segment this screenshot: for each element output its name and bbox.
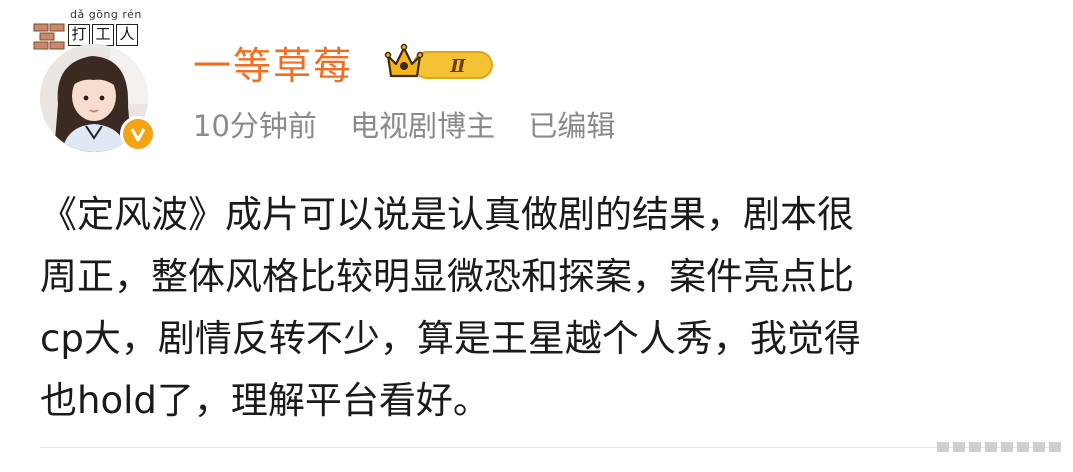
level-number: Ⅱ	[449, 56, 466, 77]
user-level-badge[interactable]: Ⅱ	[384, 40, 496, 84]
divider	[40, 447, 1058, 448]
content-line: 周正，整体风格比较明显微恐和探案，案件亮点比	[40, 255, 854, 298]
verified-v-icon	[120, 116, 156, 152]
post-content: 《定风波》成片可以说是认真做剧的结果，剧本很 周正，整体风格比较明显微恐和探案，…	[40, 184, 1050, 432]
sticker-pinyin: dǎ gōng rén	[70, 8, 142, 21]
edited-label[interactable]: 已编辑	[528, 109, 615, 143]
sticker-char: 打	[68, 24, 90, 46]
author-name[interactable]: 一等草莓	[193, 40, 353, 92]
post-meta: 10分钟前 电视剧博主 已编辑	[193, 104, 639, 148]
content-line: 也hold了，理解平台看好。	[40, 379, 490, 422]
post-time[interactable]: 10分钟前	[193, 109, 317, 143]
sticker-char: 工	[92, 24, 114, 46]
sticker-chars: 打 工 人	[68, 24, 138, 46]
content-line: 《定风波》成片可以说是认真做剧的结果，剧本很	[40, 193, 854, 236]
content-line: cp大，剧情反转不少，算是王星越个人秀，我觉得	[40, 317, 861, 360]
avatar-container[interactable]	[40, 44, 158, 154]
author-role: 电视剧博主	[350, 109, 496, 143]
watermark-dots	[937, 442, 1061, 452]
sticker-char: 人	[116, 24, 138, 46]
crown-icon	[384, 43, 424, 78]
weibo-post: dǎ gōng rén 打 工 人 一等草莓 Ⅱ 10分钟前 电视剧博主 已编辑…	[0, 0, 1073, 472]
